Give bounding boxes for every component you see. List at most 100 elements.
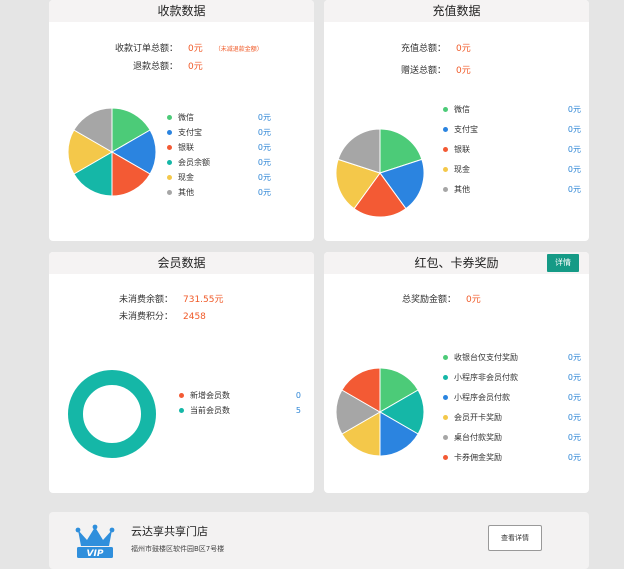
legend-label: 支付宝 — [454, 125, 478, 134]
legend-item: 现金 0元 — [167, 170, 272, 185]
collection-title: 收款数据 — [49, 0, 314, 22]
legend-amount: 0元 — [567, 125, 581, 134]
store-card: VIP 云达享共享门店 福州市鼓楼区软件园B区7号楼 查看详情 — [49, 512, 589, 569]
legend-dot — [167, 175, 172, 180]
legend-label: 其他 — [454, 185, 470, 194]
recharge-total-label: 充值总额： — [400, 44, 446, 54]
legend-item: 支付宝 0元 — [167, 125, 272, 140]
legend-amount: 0元 — [567, 105, 581, 114]
legend-amount: 0元 — [257, 158, 271, 167]
legend-amount: 0元 — [257, 113, 271, 122]
legend-label: 微信 — [454, 105, 470, 114]
legend-item: 微信 0元 — [443, 102, 581, 122]
legend-amount: 0元 — [257, 188, 271, 197]
recharge-card: 充值数据 充值总额： 0元 赠送总额： 0元 微信 0元 支付宝 0元 银联 0元 现金 0元 其他… — [324, 0, 589, 241]
legend-dot — [179, 393, 184, 398]
gift-total-label: 赠送总额： — [400, 66, 446, 76]
legend-label: 卡券佣金奖励 — [454, 453, 502, 462]
members-title: 会员数据 — [49, 252, 314, 274]
legend-dot — [443, 375, 448, 380]
vip-crown-icon: VIP — [75, 524, 115, 559]
legend-amount: 5 — [295, 406, 301, 415]
recharge-pie-chart — [335, 128, 425, 218]
legend-amount: 0 — [295, 391, 301, 400]
legend-item: 会员余额 0元 — [167, 155, 272, 170]
legend-label: 小程序会员付款 — [454, 393, 510, 402]
gift-total-value: 0元 — [456, 66, 471, 76]
legend-amount: 0元 — [567, 373, 581, 382]
legend-label: 银联 — [178, 143, 194, 152]
legend-amount: 0元 — [567, 413, 581, 422]
unspent-balance-row: 未消费余额： 731.55元 — [109, 292, 224, 305]
rewards-title: 红包、卡券奖励 详情 — [324, 252, 589, 274]
legend-item: 收银台仅支付奖励 0元 — [443, 350, 581, 370]
legend-item: 小程序非会员付款 0元 — [443, 370, 581, 390]
unspent-balance-value: 731.55元 — [183, 295, 224, 305]
legend-dot — [443, 187, 448, 192]
legend-dot — [443, 167, 448, 172]
total-reward-value: 0元 — [466, 295, 481, 305]
legend-label: 其他 — [178, 188, 194, 197]
legend-amount: 0元 — [567, 393, 581, 402]
legend-item: 当前会员数 5 — [179, 403, 301, 418]
legend-label: 桌台付款奖励 — [454, 433, 502, 442]
legend-amount: 0元 — [567, 145, 581, 154]
store-address: 福州市鼓楼区软件园B区7号楼 — [131, 545, 225, 553]
members-card: 会员数据 未消费余额： 731.55元 未消费积分： 2458 新增会员数 0 当前会员… — [49, 252, 314, 493]
total-reward-label: 总奖励金额： — [401, 295, 456, 305]
collection-pie-chart — [67, 107, 157, 197]
members-donut-chart — [68, 370, 156, 458]
refund-total-value: 0元 — [188, 62, 203, 72]
legend-dot — [167, 160, 172, 165]
gift-total-row: 赠送总额： 0元 — [394, 63, 471, 76]
legend-dot — [443, 455, 448, 460]
unspent-points-label: 未消费积分： — [118, 312, 173, 322]
legend-dot — [443, 415, 448, 420]
recharge-total-value: 0元 — [456, 44, 471, 54]
legend-label: 新增会员数 — [190, 391, 230, 400]
donut-slice-当前会员数 — [68, 370, 156, 458]
view-details-button[interactable]: 查看详情 — [488, 525, 542, 551]
refund-total-label: 退款总额： — [132, 62, 178, 72]
legend-item: 桌台付款奖励 0元 — [443, 430, 581, 450]
legend-label: 小程序非会员付款 — [454, 373, 518, 382]
legend-dot — [443, 127, 448, 132]
collection-card: 收款数据 收款订单总额： 0元 （未减退款金额） 退款总额： 0元 微信 0元 支付宝 0元… — [49, 0, 314, 241]
legend-label: 现金 — [178, 173, 194, 182]
rewards-card: 红包、卡券奖励 详情 总奖励金额： 0元 收银台仅支付奖励 0元 小程序非会员付款 0元… — [324, 252, 589, 493]
store-name: 云达享共享门店 — [131, 525, 208, 538]
collection-total-row: 收款订单总额： 0元 （未减退款金额） — [111, 41, 263, 54]
legend-dot — [179, 408, 184, 413]
legend-amount: 0元 — [567, 453, 581, 462]
legend-label: 现金 — [454, 165, 470, 174]
legend-dot — [443, 147, 448, 152]
legend-item: 支付宝 0元 — [443, 122, 581, 142]
legend-amount: 0元 — [257, 173, 271, 182]
legend-item: 其他 0元 — [167, 185, 272, 200]
legend-dot — [167, 130, 172, 135]
vip-logo-text: VIP — [87, 549, 104, 559]
legend-item: 银联 0元 — [167, 140, 272, 155]
legend-label: 当前会员数 — [190, 406, 230, 415]
rewards-detail-button[interactable]: 详情 — [547, 254, 579, 272]
collection-total-value: 0元 — [188, 44, 203, 54]
legend-item: 微信 0元 — [167, 110, 272, 125]
unspent-points-row: 未消费积分： 2458 — [109, 309, 206, 322]
legend-label: 收银台仅支付奖励 — [454, 353, 518, 362]
recharge-title: 充值数据 — [324, 0, 589, 22]
unspent-points-value: 2458 — [183, 312, 206, 322]
legend-dot — [443, 435, 448, 440]
legend-amount: 0元 — [567, 185, 581, 194]
legend-label: 会员余额 — [178, 158, 210, 167]
refund-total-row: 退款总额： 0元 — [111, 59, 203, 72]
legend-amount: 0元 — [257, 128, 271, 137]
legend-item: 卡券佣金奖励 0元 — [443, 450, 581, 470]
legend-dot — [167, 190, 172, 195]
legend-item: 银联 0元 — [443, 142, 581, 162]
legend-dot — [167, 115, 172, 120]
recharge-legend: 微信 0元 支付宝 0元 银联 0元 现金 0元 其他 0元 — [443, 102, 581, 202]
legend-amount: 0元 — [257, 143, 271, 152]
legend-item: 现金 0元 — [443, 162, 581, 182]
legend-item: 新增会员数 0 — [179, 388, 301, 403]
total-reward-row: 总奖励金额： 0元 — [398, 292, 481, 305]
